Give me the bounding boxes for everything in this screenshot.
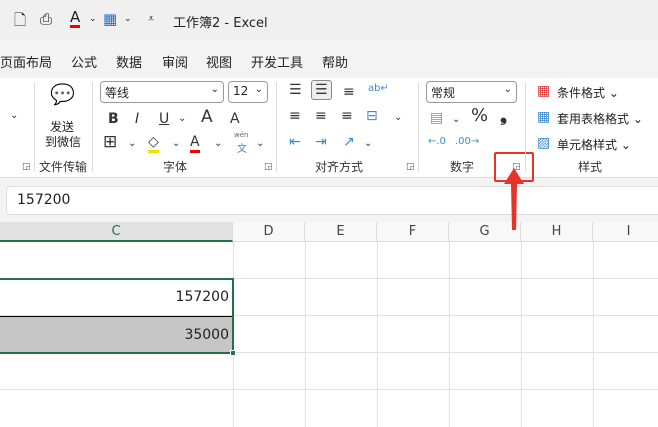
tab-view[interactable]: 视图 (206, 52, 232, 71)
tab-help[interactable]: 帮助 (322, 52, 348, 71)
customize-qat-icon[interactable]: ⩡ (148, 12, 154, 26)
chevron-down-icon[interactable]: ⌄ (364, 136, 372, 152)
group-label-font: 字体 (163, 160, 188, 174)
align-top-icon[interactable]: ☰ (289, 82, 302, 98)
group-label-alignment: 对齐方式 (315, 160, 364, 174)
column-header-h[interactable]: H (521, 222, 593, 242)
cell-styles-button[interactable]: 单元格样式 ⌄ (557, 136, 631, 153)
group-label-file-transfer: 文件传输 (39, 160, 88, 174)
formula-input[interactable]: 157200 (6, 186, 658, 215)
format-as-table-button[interactable]: 套用表格格式 ⌄ (557, 110, 643, 127)
orientation-icon[interactable]: ↗ (343, 134, 355, 150)
chevron-down-icon[interactable]: ⌄ (178, 111, 186, 127)
dialog-launcher-icon[interactable]: ◲ (406, 162, 415, 172)
font-size-select[interactable]: 12 ⌄ (228, 81, 268, 103)
fill-handle[interactable] (230, 350, 236, 356)
phonetic-icon[interactable]: wén (234, 131, 248, 139)
chevron-down-icon[interactable]: ⌄ (214, 136, 222, 152)
tab-data[interactable]: 数据 (116, 52, 142, 71)
tab-review[interactable]: 审阅 (162, 52, 188, 71)
send-to-wechat-line2[interactable]: 到微信 (45, 133, 81, 150)
cell-styles-icon[interactable]: ▨ (537, 135, 550, 151)
conditional-format-icon[interactable]: ▦ (537, 83, 550, 99)
chevron-down-icon[interactable]: ⌄ (89, 14, 97, 24)
tab-page-layout[interactable]: 页面布局 (0, 52, 52, 71)
borders-icon[interactable]: ▦ (103, 10, 117, 28)
title-bar: 🗋 ⎙ A ⌄ ▦ ⌄ ⩡ 工作簿2 - Excel (0, 0, 658, 40)
borders-icon[interactable]: ⊞ (103, 134, 117, 151)
align-bottom-icon[interactable]: ≡ (343, 84, 355, 100)
underline-button[interactable]: U (159, 111, 169, 127)
decrease-indent-icon[interactable]: ⇤ (289, 134, 301, 150)
tab-developer[interactable]: 开发工具 (251, 52, 303, 71)
chevron-down-icon[interactable]: ⌄ (10, 108, 18, 124)
red-arrow-annotation (504, 168, 524, 230)
selection-border (0, 278, 234, 354)
column-header-d[interactable]: D (233, 222, 305, 242)
ribbon: ⌄ 💬 发送 到微信 ◲ 文件传输 等线 ⌄ 12 ⌄ B I U ⌄ A A ⊞ … (0, 78, 658, 182)
dialog-launcher-icon[interactable]: ◲ (22, 162, 31, 172)
accounting-format-icon[interactable]: ▤ (430, 110, 443, 126)
chevron-down-icon[interactable]: ⌄ (452, 112, 460, 128)
shrink-font-button[interactable]: A (230, 111, 240, 127)
chevron-down-icon[interactable]: ⌄ (124, 14, 132, 24)
chevron-down-icon[interactable]: ⌄ (172, 136, 180, 152)
italic-button[interactable]: I (135, 111, 139, 127)
column-header-e[interactable]: E (305, 222, 377, 242)
comma-style-button[interactable]: ❟ (500, 107, 507, 125)
align-center-icon[interactable]: ≡ (315, 108, 327, 124)
window-title: 工作簿2 - Excel (173, 16, 268, 31)
percent-button[interactable]: % (471, 107, 488, 125)
font-color-button[interactable]: A (190, 134, 200, 153)
print-preview-icon[interactable]: 🗋 (14, 10, 26, 35)
align-left-icon[interactable]: ≡ (289, 108, 301, 124)
column-header-f[interactable]: F (377, 222, 449, 242)
chevron-down-icon[interactable]: ⌄ (394, 110, 402, 126)
group-label-number: 数字 (450, 160, 475, 174)
number-format-select[interactable]: 常规 ⌄ (426, 81, 517, 103)
column-header-i[interactable]: I (593, 222, 658, 242)
chevron-down-icon[interactable]: ⌄ (128, 136, 136, 152)
fill-color-icon[interactable]: ◇ (148, 134, 159, 153)
increase-indent-icon[interactable]: ⇥ (315, 134, 327, 150)
format-as-table-icon[interactable]: ▦ (537, 109, 550, 125)
align-middle-icon[interactable]: ☰ (311, 80, 332, 100)
grow-font-button[interactable]: A (201, 109, 213, 126)
increase-decimal-icon[interactable]: ←.0 (428, 134, 446, 150)
bold-button[interactable]: B (108, 111, 119, 127)
print-icon[interactable]: ⎙ (40, 10, 52, 28)
column-header-c[interactable]: C (0, 222, 233, 242)
wechat-icon[interactable]: 💬 (50, 84, 75, 104)
merge-center-icon[interactable]: ⊟ (366, 108, 378, 124)
font-name-select[interactable]: 等线 ⌄ (100, 81, 224, 103)
chevron-down-icon[interactable]: ⌄ (256, 136, 264, 152)
align-right-icon[interactable]: ≡ (341, 108, 353, 124)
dialog-launcher-icon[interactable]: ◲ (264, 162, 273, 172)
font-color-icon[interactable]: A (70, 10, 81, 28)
tab-formulas[interactable]: 公式 (71, 52, 97, 71)
group-label-styles: 样式 (578, 160, 603, 174)
decrease-decimal-icon[interactable]: .00→ (455, 134, 479, 150)
conditional-format-button[interactable]: 条件格式 ⌄ (557, 84, 619, 101)
worksheet-grid[interactable]: 157200 35000 (0, 242, 658, 427)
column-headers: C D E F G H I (0, 222, 658, 242)
wrap-text-icon[interactable]: ab↵ (368, 81, 389, 97)
